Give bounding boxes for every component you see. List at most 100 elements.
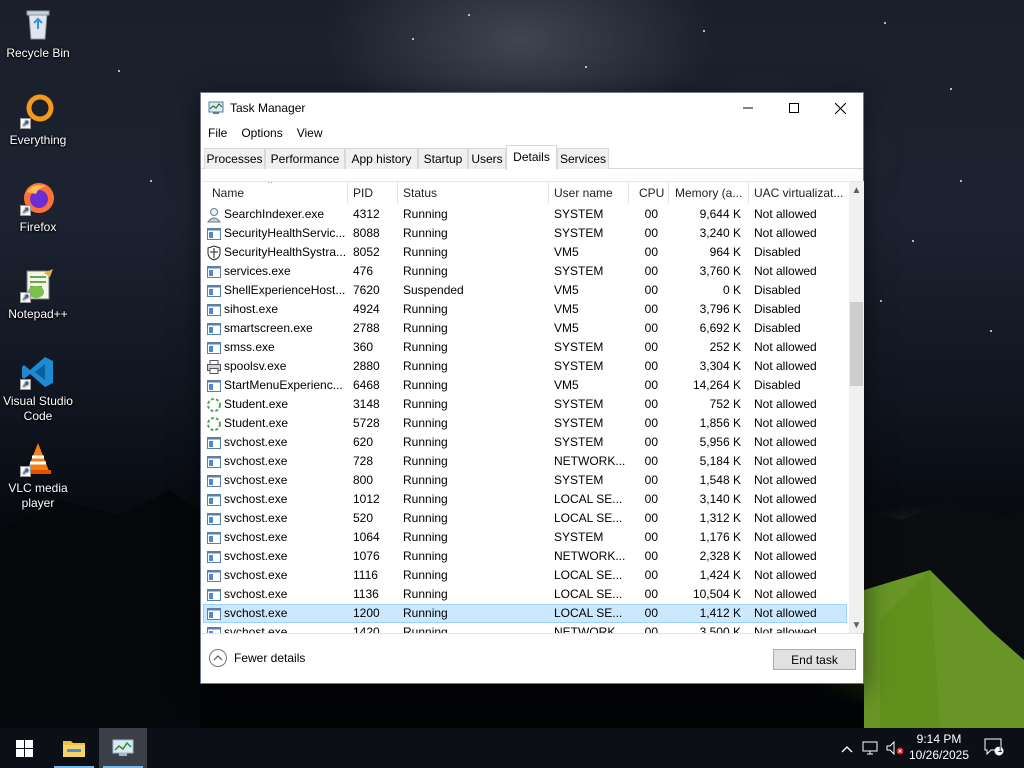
cell-mem: 1,424 K [699,568,741,582]
cell-mem: 1,312 K [699,511,741,525]
column-header-pid[interactable]: PID [348,182,398,204]
scroll-down-icon[interactable]: ▼ [849,617,864,633]
table-row[interactable]: smartscreen.exe 2788 Running VM5 00 6,692 K Di… [202,319,848,338]
tab-users[interactable]: Users [468,148,506,169]
table-row-selected[interactable]: svchost.exe 1200 Running LOCAL SE... 00 1,412… [202,604,848,623]
taskbar-task-manager[interactable] [99,728,147,768]
table-row[interactable]: svchost.exe 1116 Running LOCAL SE... 00 1,424… [202,566,848,585]
student-icon [206,416,222,432]
taskbar-clock[interactable]: 9:14 PM 10/26/2025 [906,731,972,763]
tab-processes[interactable]: Processes [204,148,265,169]
cell-uac: Not allowed [754,587,817,601]
desktop-icon-everything[interactable]: ↗ Everything [2,93,74,148]
table-row[interactable]: svchost.exe 620 Running SYSTEM 00 5,956 K Not … [202,433,848,452]
cell-pid: 4312 [353,207,380,221]
cell-mem: 1,856 K [699,416,741,430]
cell-status: Running [403,226,448,240]
tab-startup[interactable]: Startup [418,148,468,169]
title-bar[interactable]: Task Manager [201,93,863,123]
table-row[interactable]: smss.exe 360 Running SYSTEM 00 252 K Not allow… [202,338,848,357]
desktop-icon-firefox[interactable]: ↗ Firefox [2,180,74,235]
table-row[interactable]: ShellExperienceHost.... 7620 Suspended VM5 0… [202,281,848,300]
folder-icon [63,741,85,757]
cell-mem: 3,796 K [699,302,741,316]
cell-status: Running [403,511,448,525]
table-row[interactable]: svchost.exe 800 Running SYSTEM 00 1,548 K Not … [202,471,848,490]
scrollbar-thumb[interactable] [850,302,863,386]
cell-status: Running [403,587,448,601]
menu-file[interactable]: File [201,123,234,145]
cell-pid: 2880 [353,359,380,373]
cell-uac: Disabled [754,378,801,392]
taskbar-file-explorer[interactable] [50,728,98,768]
cell-cpu: 00 [644,378,658,392]
table-row[interactable]: services.exe 476 Running SYSTEM 00 3,760 K Not… [202,262,848,281]
cell-name: svchost.exe [224,587,288,601]
desktop-icon-vscode[interactable]: ↗ Visual Studio Code [2,354,74,424]
cell-pid: 7620 [353,283,380,297]
tab-services[interactable]: Services [557,148,609,169]
cell-status: Running [403,473,448,487]
maximize-button[interactable] [771,93,817,123]
column-header-uac[interactable]: UAC virtualizat... [749,182,848,204]
cell-status: Running [403,416,448,430]
column-header-user-name[interactable]: User name [549,182,629,204]
table-row[interactable]: spoolsv.exe 2880 Running SYSTEM 00 3,304 K Not… [202,357,848,376]
desktop-icon-label: Visual Studio Code [3,394,73,423]
cell-cpu: 00 [644,473,658,487]
fewer-details-button[interactable]: Fewer details [209,649,305,667]
cell-cpu: 00 [644,302,658,316]
column-header-cpu[interactable]: CPU [629,182,669,204]
vertical-scrollbar[interactable]: ▲ ▼ [849,182,864,633]
exe-icon [206,530,222,546]
menu-view[interactable]: View [290,123,330,145]
menu-options[interactable]: Options [234,123,289,145]
table-row[interactable]: svchost.exe 520 Running LOCAL SE... 00 1,312 … [202,509,848,528]
close-button[interactable] [817,93,863,123]
table-row[interactable]: SecurityHealthServic... 8088 Running SYSTEM… [202,224,848,243]
minimize-button[interactable] [725,93,771,123]
cell-pid: 8088 [353,226,380,240]
column-header-memory[interactable]: Memory (a... [669,182,749,204]
table-row[interactable]: svchost.exe 1064 Running SYSTEM 00 1,176 K Not… [202,528,848,547]
cell-pid: 1200 [353,606,380,620]
table-row[interactable]: svchost.exe 1420 Running NETWORK... 00 3,500 … [202,623,848,633]
shortcut-arrow-icon: ↗ [20,466,31,477]
table-row[interactable]: StartMenuExperienc... 6468 Running VM5 00 14,… [202,376,848,395]
cell-cpu: 00 [644,416,658,430]
tab-details[interactable]: Details [506,145,557,170]
column-header-name[interactable]: ^ Name [202,182,348,204]
desktop-icon-recycle-bin[interactable]: Recycle Bin [2,6,74,61]
table-row[interactable]: SearchIndexer.exe 4312 Running SYSTEM 00 9,64… [202,205,848,224]
network-icon[interactable] [862,740,880,758]
cell-pid: 5728 [353,416,380,430]
table-row[interactable]: SecurityHealthSystra... 8052 Running VM5 00 9… [202,243,848,262]
scroll-up-icon[interactable]: ▲ [849,182,864,199]
sort-ascending-icon: ^ [268,182,273,188]
end-task-button[interactable]: End task [773,649,856,670]
cell-name: sihost.exe [224,302,279,316]
cell-mem: 9,644 K [699,207,741,221]
task-manager-window: Task Manager File Options View Processes… [200,92,864,684]
table-row[interactable]: Student.exe 5728 Running SYSTEM 00 1,856 K Not… [202,414,848,433]
table-row[interactable]: sihost.exe 4924 Running VM5 00 3,796 K Disable… [202,300,848,319]
table-row[interactable]: svchost.exe 1136 Running LOCAL SE... 00 10,50… [202,585,848,604]
desktop-icon-vlc[interactable]: ↗ VLC media player [2,441,74,511]
table-row[interactable]: svchost.exe 728 Running NETWORK... 00 5,184 K… [202,452,848,471]
tab-app-history[interactable]: App history [345,148,418,169]
cell-uac: Not allowed [754,473,817,487]
cell-pid: 1064 [353,530,380,544]
table-row[interactable]: svchost.exe 1076 Running NETWORK... 00 2,328 … [202,547,848,566]
action-center-button[interactable]: 1 [984,738,1004,756]
start-button[interactable] [0,728,48,768]
table-row[interactable]: Student.exe 3148 Running SYSTEM 00 752 K Not a… [202,395,848,414]
volume-muted-icon[interactable] [886,740,904,758]
cell-name: ShellExperienceHost.... [224,283,346,297]
cell-status: Running [403,340,448,354]
table-row[interactable]: svchost.exe 1012 Running LOCAL SE... 00 3,140… [202,490,848,509]
column-header-status[interactable]: Status [398,182,549,204]
cell-user: SYSTEM [554,226,604,240]
show-hidden-icons-chevron-icon[interactable] [838,740,856,758]
tab-performance[interactable]: Performance [265,148,345,169]
desktop-icon-notepadpp[interactable]: ↗ Notepad++ [2,267,74,322]
